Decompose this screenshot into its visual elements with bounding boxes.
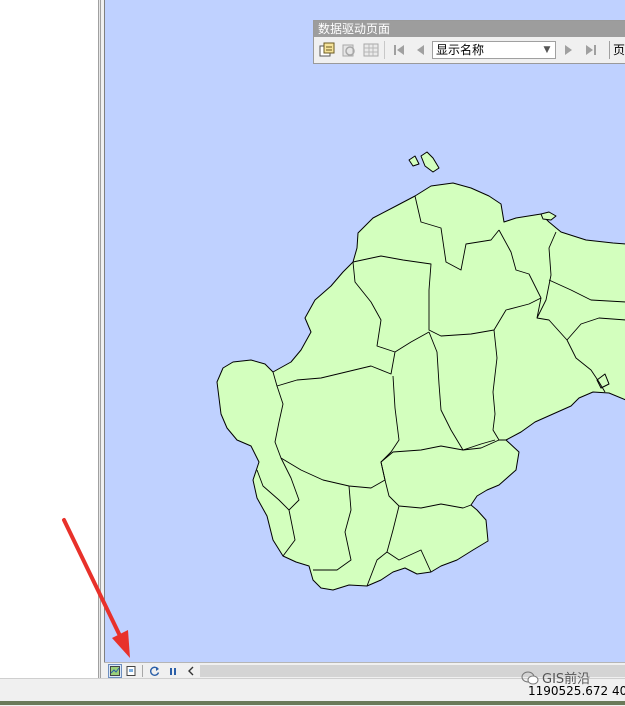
toolbar-separator [384,41,385,59]
refresh-pages-icon [342,44,355,57]
panel-splitter[interactable] [98,0,101,678]
data-view-button[interactable] [108,664,122,678]
watermark-text: GIS前沿 [542,672,591,687]
previous-page-icon [417,45,424,55]
refresh-pages-button[interactable] [340,41,358,59]
last-page-icon [586,45,596,55]
ddp-setup-button[interactable] [318,41,336,59]
layout-view-icon [126,666,136,676]
next-page-icon [565,45,572,55]
refresh-icon [150,666,160,676]
page-number-label: 页 [609,41,625,59]
refresh-view-button[interactable] [148,664,162,678]
next-page-button[interactable] [560,41,578,59]
layout-view-button[interactable] [124,664,138,678]
view-separator [142,665,143,677]
watermark: GIS前沿 [521,668,590,687]
toolbar-title[interactable]: 数据驱动页面 [314,21,625,37]
table-icon [363,43,379,57]
island-1 [408,155,420,167]
page-setup-icon [319,42,335,57]
table-of-contents-panel[interactable] [0,0,98,678]
first-page-button[interactable] [390,41,408,59]
page-name-value: 显示名称 [436,43,485,57]
island-2 [420,151,440,173]
wechat-icon [521,671,539,684]
first-page-icon [394,45,404,55]
land-mass [216,182,625,591]
chevron-left-icon [188,666,194,676]
scroll-left-button[interactable] [184,664,198,678]
data-driven-pages-toolbar[interactable]: 数据驱动页面 显示名称 ▼ 页 [313,20,625,64]
pause-drawing-button[interactable] [166,664,180,678]
data-view-icon [110,666,120,676]
previous-page-button[interactable] [411,41,429,59]
last-page-button[interactable] [582,41,600,59]
pause-icon [170,668,176,675]
map-display[interactable] [104,0,625,662]
chevron-down-icon[interactable]: ▼ [541,42,553,58]
page-name-dropdown[interactable]: 显示名称 ▼ [432,41,556,59]
desktop-strip [0,701,625,705]
toolbar-row: 显示名称 ▼ 页 [314,37,625,63]
map-canvas [216,151,625,591]
attribute-table-button[interactable] [362,41,380,59]
island-3 [540,211,557,221]
